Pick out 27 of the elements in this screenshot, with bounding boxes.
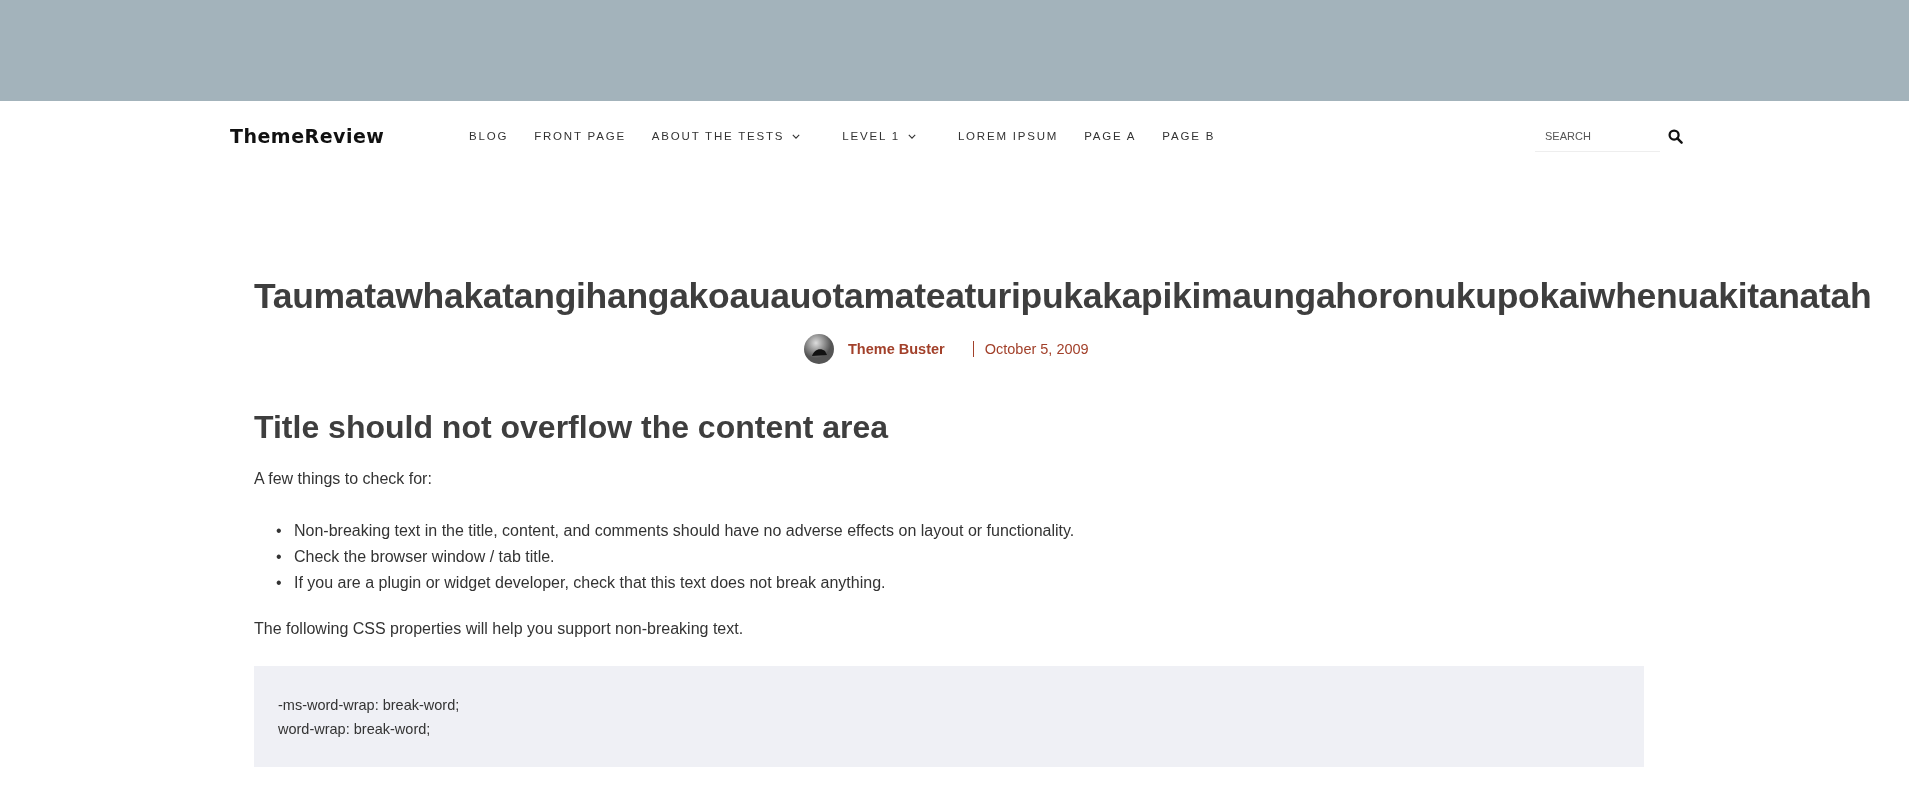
- bullet-marker: •: [276, 573, 283, 593]
- post-date[interactable]: October 5, 2009: [984, 340, 1089, 357]
- paragraph: A few things to check for:: [254, 470, 433, 488]
- avatar-icon: [804, 333, 834, 364]
- nav-link[interactable]: ABOUT THE TESTS: [651, 130, 801, 142]
- section-heading: Title should not overflow the content area: [254, 407, 890, 446]
- list-item: Check the browser window / tab title.: [294, 547, 555, 567]
- bullet-marker: •: [276, 547, 283, 567]
- list-item: If you are a plugin or widget developer, check that this text does not break anything.: [294, 573, 886, 593]
- bullet-marker: •: [276, 521, 283, 541]
- post-title: Taumatawhakatangihangakoauauotamateaturipukakapikimaungahoronukupokaiwhenuakitanatah: [254, 275, 1873, 318]
- nav-link[interactable]: LEVEL 1: [842, 130, 916, 142]
- nav-link[interactable]: FRONT PAGE: [534, 130, 626, 142]
- code-line: word-wrap: break-word;: [278, 720, 432, 739]
- list-item: Non-breaking text in the title, content, and comments should have no adverse effects on layout or functionality.: [294, 521, 1075, 541]
- nav-link[interactable]: LOREM IPSUM: [957, 130, 1059, 142]
- caret-icon: [907, 133, 916, 139]
- nav-link[interactable]: PAGE B: [1162, 130, 1216, 142]
- code-line: -ms-word-wrap: break-word;: [278, 696, 461, 715]
- nav-link[interactable]: PAGE A: [1084, 130, 1137, 142]
- author-link[interactable]: Theme Buster: [848, 340, 945, 357]
- paragraph: The following CSS properties will help you support non-breaking text.: [254, 620, 745, 638]
- caret-icon: [792, 133, 801, 139]
- search-icon[interactable]: [1668, 128, 1683, 144]
- site-logo[interactable]: ThemeReview: [230, 125, 469, 147]
- search-field[interactable]: SEARCH: [1535, 120, 1660, 152]
- nav-link[interactable]: BLOG: [469, 130, 509, 142]
